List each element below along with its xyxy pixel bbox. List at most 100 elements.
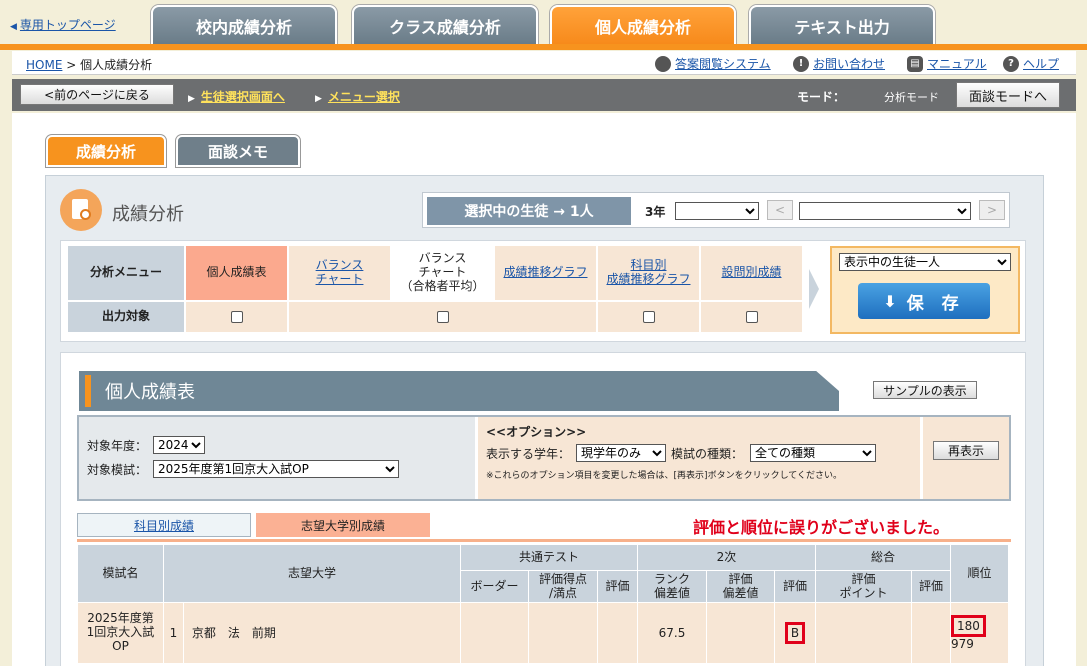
analysis-icon — [60, 189, 102, 231]
student-selection-box: 選択中の生徒 → 1人 3年 < > — [422, 192, 1010, 228]
manual-label[interactable]: マニュアル — [927, 55, 987, 72]
cell-eval-score — [528, 602, 598, 664]
col-common-test: 共通テスト — [460, 544, 638, 571]
interview-mode-button[interactable]: 面談モードへ — [956, 82, 1060, 108]
output-checkbox-balance[interactable] — [436, 311, 449, 323]
save-button[interactable]: ⬇ 保 存 — [858, 283, 990, 319]
redisplay-button[interactable]: 再表示 — [933, 441, 999, 460]
answer-system-label[interactable]: 答案閲覧システム — [675, 55, 771, 72]
exam-kind-select[interactable]: 全ての種類 — [750, 444, 876, 462]
menu-subject-trend-label[interactable]: 科目別 成績推移グラフ — [606, 258, 690, 287]
year-select[interactable]: 2024 — [153, 436, 205, 454]
report-title-bar: 個人成績表 — [79, 371, 839, 411]
chat-icon: ! — [793, 55, 809, 72]
display-grade-select[interactable]: 現学年のみ — [576, 444, 666, 462]
cell-border — [460, 602, 529, 664]
menu-balance-chart-label[interactable]: バランス チャート — [316, 258, 364, 287]
student-select[interactable] — [799, 202, 971, 220]
selected-students-badge: 選択中の生徒 → 1人 — [427, 197, 631, 225]
next-student-button[interactable]: > — [979, 200, 1005, 220]
display-grade-label: 表示する学年： — [486, 447, 571, 461]
options-row: 対象年度： 2024 対象模試： 2025年度第1回京大入試OP <<オプション… — [77, 415, 1011, 501]
grade-label: 3年 — [645, 205, 666, 219]
col-eval-deviation: 評価 偏差値 — [706, 570, 775, 603]
col-eval-point: 評価 ポイント — [815, 570, 912, 603]
analysis-container: 成績分析 選択中の生徒 → 1人 3年 < > 分析メニュー 個人成績表 バラン… — [45, 175, 1044, 666]
col-second-eval: 評価 — [774, 570, 816, 603]
breadcrumb-current: 個人成績分析 — [80, 58, 153, 72]
contact-label[interactable]: お問い合わせ — [813, 55, 885, 72]
top-page-link-label[interactable]: 専用トップページ — [20, 18, 116, 32]
menu-question-scores[interactable]: 設問別成績 — [701, 246, 802, 300]
cell-rank-total: 979 — [951, 637, 974, 651]
tab-school-analysis[interactable]: 校内成績分析 — [151, 5, 337, 44]
breadcrumb-bar: HOME > 個人成績分析 答案閲覧システム ! お問い合わせ ▤ マニュアル ? ヘ… — [12, 51, 1076, 75]
cell-second-eval: B — [774, 602, 816, 664]
save-target-select[interactable]: 表示中の生徒一人 — [839, 253, 1011, 271]
top-page-link[interactable]: ◀ 専用トップページ — [10, 16, 116, 33]
help-link[interactable]: ? ヘルプ — [1003, 55, 1059, 72]
output-target-label: 出力対象 — [68, 302, 184, 332]
tab-subject-scores-label[interactable]: 科目別成績 — [134, 517, 194, 534]
cell-common-eval — [597, 602, 638, 664]
tab-text-output[interactable]: テキスト出力 — [749, 5, 935, 44]
cell-university: 1 京都 法 前期 — [163, 602, 461, 664]
tab-individual-analysis[interactable]: 個人成績分析 — [550, 5, 736, 44]
subtab-interview-memo[interactable]: 面談メモ — [176, 135, 300, 167]
output-checkbox-subject-trend[interactable] — [642, 311, 655, 323]
cell-total-eval — [911, 602, 951, 664]
student-select-label[interactable]: 生徒選択画面へ — [201, 90, 285, 104]
menu-balance-chart[interactable]: バランス チャート — [289, 246, 390, 300]
student-select-link[interactable]: ▶ 生徒選択画面へ — [188, 88, 285, 105]
cell-rank-deviation: 67.5 — [637, 602, 707, 664]
contact-link[interactable]: ! お問い合わせ — [793, 55, 885, 72]
col-rank: 順位 — [950, 544, 1009, 603]
output-cell-subject-trend — [598, 302, 699, 332]
highlight-rank: 180 — [951, 615, 986, 637]
sample-button[interactable]: サンプルの表示 — [873, 381, 977, 399]
options-note: ※これらのオプション項目を変更した場合は、[再表示]ボタンをクリックしてください… — [486, 471, 843, 481]
col-university: 志望大学 — [163, 544, 461, 603]
cell-university-name: 京都 法 前期 — [191, 626, 276, 640]
output-checkbox-personal[interactable] — [230, 311, 243, 323]
analysis-menu: 分析メニュー 個人成績表 バランス チャート バランス チャート （合格者平均）… — [60, 240, 1026, 342]
results-table: 模試名 志望大学 共通テスト 2次 総合 順位 ボーダー 評価得点 /満点 評価… — [77, 544, 1009, 664]
menu-score-trend-label[interactable]: 成績推移グラフ — [503, 265, 587, 280]
year-label: 対象年度： — [87, 439, 148, 453]
mode-value: 分析モード — [884, 91, 939, 104]
book-icon: ▤ — [907, 55, 923, 72]
analysis-menu-label: 分析メニュー — [68, 246, 184, 300]
class-select[interactable] — [675, 202, 759, 220]
triangle-right-icon: ▶ — [315, 94, 322, 104]
back-button[interactable]: <前のページに戻る — [20, 84, 174, 105]
tab-class-analysis[interactable]: クラス成績分析 — [352, 5, 538, 44]
menu-select-link[interactable]: ▶ メニュー選択 — [315, 88, 400, 105]
answer-system-link[interactable]: 答案閲覧システム — [655, 55, 771, 72]
help-label[interactable]: ヘルプ — [1023, 55, 1059, 72]
menu-score-trend[interactable]: 成績推移グラフ — [495, 246, 596, 300]
menu-subject-trend[interactable]: 科目別 成績推移グラフ — [598, 246, 699, 300]
col-rank-deviation: ランク 偏差値 — [637, 570, 707, 603]
nav-bar: <前のページに戻る ▶ 生徒選択画面へ ▶ メニュー選択 モード： 分析モード 面談… — [12, 79, 1076, 111]
mode-label: モード： — [797, 90, 846, 104]
tab-subject-scores[interactable]: 科目別成績 — [77, 513, 251, 537]
table-row: 2025年度第 1回京大入試 OP 1 京都 法 前期 67.5 B 18097… — [77, 602, 1009, 664]
exam-label: 対象模試： — [87, 463, 148, 477]
page-title: 成績分析 — [112, 204, 184, 225]
question-icon: ? — [1003, 55, 1019, 72]
breadcrumb-home-link[interactable]: HOME — [26, 58, 62, 72]
menu-select-label[interactable]: メニュー選択 — [328, 90, 400, 104]
exam-select[interactable]: 2025年度第1回京大入試OP — [153, 460, 399, 478]
tab-university-scores[interactable]: 志望大学別成績 — [256, 513, 430, 537]
menu-personal-report[interactable]: 個人成績表 — [186, 246, 287, 300]
cell-row-number: 1 — [164, 603, 184, 663]
menu-question-scores-label[interactable]: 設問別成績 — [721, 265, 781, 280]
prev-student-button[interactable]: < — [767, 200, 793, 220]
tab-underline — [0, 44, 1087, 50]
output-cell-balance — [289, 302, 596, 332]
options-title: <<オプション>> — [486, 425, 587, 439]
output-checkbox-questions[interactable] — [745, 311, 758, 323]
manual-link[interactable]: ▤ マニュアル — [907, 55, 987, 72]
col-total-eval: 評価 — [911, 570, 951, 603]
subtab-analysis[interactable]: 成績分析 — [46, 135, 166, 167]
